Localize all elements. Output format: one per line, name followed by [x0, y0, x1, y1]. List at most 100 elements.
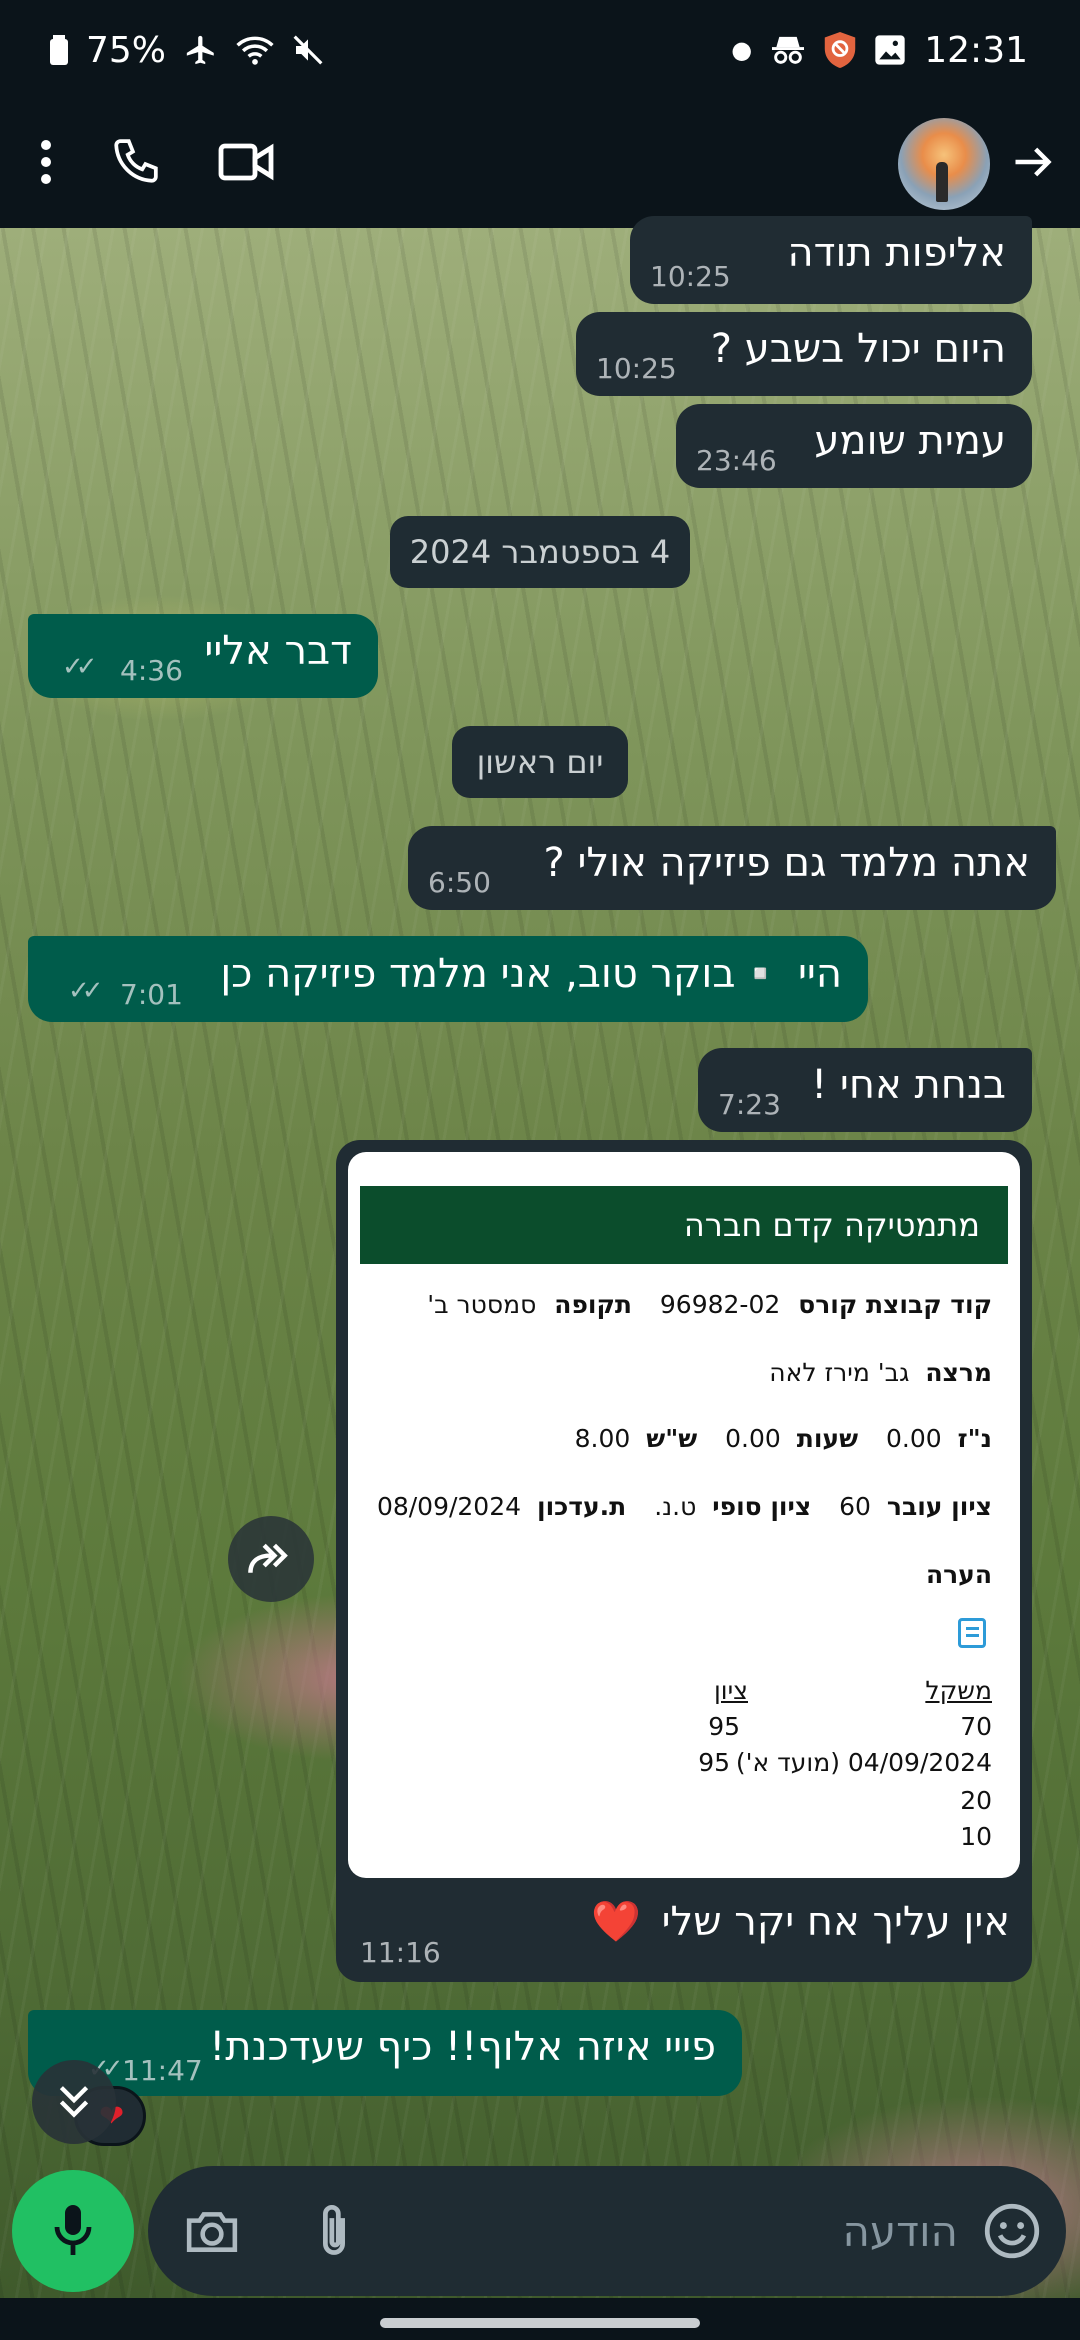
heart-emoji: ❤️	[591, 1899, 641, 1945]
status-right: ● 12:31	[731, 30, 1028, 71]
incognito-icon	[770, 34, 806, 66]
shield-block-icon	[824, 32, 856, 68]
status-time: 12:31	[924, 29, 1028, 71]
grade-cell: 95	[708, 1712, 740, 1741]
double-chevron-down-icon	[59, 2086, 89, 2118]
label-pass: ציון עובר	[886, 1492, 992, 1521]
airplane-icon	[184, 33, 218, 67]
weight-cell: 70	[960, 1712, 992, 1741]
phone-icon[interactable]	[110, 137, 160, 191]
value-nz: 0.00	[886, 1424, 942, 1453]
header-actions	[40, 137, 274, 191]
grade-cell: 95	[698, 1748, 730, 1777]
composer	[148, 2166, 1066, 2296]
scroll-down-button[interactable]	[32, 2060, 116, 2144]
label-note: הערה	[925, 1560, 992, 1589]
value-hours: 0.00	[725, 1424, 781, 1453]
read-ticks-icon: ✓✓	[68, 976, 103, 1006]
message-text: עמית שומע	[814, 418, 1006, 464]
message-text: היום יכול בשבע ?	[710, 326, 1006, 372]
dot-icon: ●	[731, 36, 753, 64]
message-text: דבר אליי	[204, 628, 352, 674]
video-icon[interactable]	[218, 140, 274, 188]
value-ss: 8.00	[574, 1424, 631, 1453]
weight-cell: 04/09/2024 (מועד א')	[735, 1748, 992, 1777]
status-bar: 75% ● 12:31	[0, 0, 1080, 100]
label-updated: ת.עדכון	[536, 1492, 627, 1521]
card-row-note: הערה	[926, 1560, 992, 1589]
weight-cell: 10	[960, 1822, 992, 1851]
image-message[interactable]: מתמטיקה קדם חברה קוד קבוצת קורס 96982-02…	[336, 1140, 1032, 1982]
note-icon	[958, 1618, 986, 1648]
message-time: 23:46	[696, 444, 777, 477]
message-out[interactable]: היי ▫️בוקר טוב, אני מלמד פיזיקה כן ✓✓ 7:…	[28, 936, 868, 1022]
image-caption: אין עליך אח יקר שלי ❤️	[591, 1898, 1010, 1945]
message-time: 10:25	[650, 260, 731, 293]
message-text: אתה מלמד גם פיזיקה אולי ?	[543, 840, 1030, 886]
more-vert-icon[interactable]	[40, 139, 52, 189]
card-row-credits: נ"ז 0.00 שעות 0.00 ש"ש 8.00	[565, 1424, 992, 1453]
card-title: מתמטיקה קדם חברה	[360, 1186, 1008, 1264]
forward-button[interactable]	[228, 1516, 314, 1602]
mute-icon	[292, 34, 324, 66]
chat-header	[0, 100, 1080, 228]
message-time: 11:47	[122, 2054, 203, 2087]
label-period: תקופה	[554, 1290, 632, 1319]
label-nz: נ"ז	[957, 1424, 992, 1453]
header-contact[interactable]	[852, 118, 1054, 210]
value-final: ט.נ.	[654, 1492, 697, 1521]
message-in[interactable]: היום יכול בשבע ? 10:25	[576, 312, 1032, 396]
date-separator: 4 בספטמבר 2024	[390, 516, 690, 588]
forward-icon	[248, 1543, 288, 1573]
value-pass: 60	[839, 1492, 871, 1521]
attach-icon[interactable]	[304, 2201, 364, 2261]
weight-header: משקל	[925, 1676, 992, 1705]
card-row-lecturer: מרצה גב' מירז לאה	[759, 1358, 992, 1387]
weight-cell: 20	[960, 1786, 992, 1815]
emoji-icon[interactable]	[982, 2201, 1042, 2261]
avatar[interactable]	[898, 118, 990, 210]
wifi-icon	[236, 34, 274, 66]
message-time: 6:50	[428, 866, 491, 899]
label-final: ציון סופי	[712, 1492, 812, 1521]
message-text: היי ▫️בוקר טוב, אני מלמד פיזיקה כן	[220, 951, 842, 997]
label-hours: שעות	[796, 1424, 859, 1453]
value-period: סמסטר ב'	[427, 1290, 537, 1319]
caption-text: אין עליך אח יקר שלי	[661, 1899, 1010, 1945]
message-out[interactable]: פייי איזה אלוף!! כיף שעדכנת! ✓✓ 11:47	[28, 2010, 742, 2096]
battery-icon	[50, 35, 68, 65]
date-separator: יום ראשון	[452, 726, 628, 798]
message-time: 10:25	[596, 352, 677, 385]
card-row-grades: ציון עובר 60 ציון סופי ט.נ. ת.עדכון 08/0…	[367, 1492, 992, 1521]
value-lecturer: גב' מירז לאה	[769, 1358, 910, 1387]
message-out[interactable]: דבר אליי ✓✓ 4:36	[28, 614, 378, 698]
label-lecturer: מרצה	[925, 1358, 992, 1387]
label-ss: ש"ש	[646, 1424, 698, 1453]
battery-percent: 75%	[86, 29, 167, 71]
back-arrow-icon[interactable]	[1010, 140, 1054, 188]
message-text: בנחת אחי !	[811, 1062, 1006, 1108]
message-time: 11:16	[360, 1936, 441, 1969]
message-in[interactable]: אתה מלמד גם פיזיקה אולי ? 6:50	[408, 826, 1056, 910]
message-input[interactable]	[488, 2166, 958, 2296]
message-text: אליפות תודה	[787, 230, 1006, 276]
message-in[interactable]: עמית שומע 23:46	[676, 404, 1032, 488]
camera-icon[interactable]	[182, 2201, 242, 2261]
gallery-icon	[874, 34, 906, 66]
message-in[interactable]: אליפות תודה 10:25	[630, 216, 1032, 304]
status-left: 75%	[50, 30, 324, 71]
gesture-handle[interactable]	[380, 2318, 700, 2328]
value-group-code: 96982-02	[659, 1290, 781, 1319]
mic-button[interactable]	[12, 2170, 134, 2292]
mic-icon	[54, 2205, 92, 2255]
read-ticks-icon: ✓✓	[62, 652, 97, 682]
card-row-course: קוד קבוצת קורס 96982-02 תקופה סמסטר ב'	[417, 1290, 992, 1319]
message-time: 7:23	[718, 1088, 781, 1121]
message-time: 7:01	[120, 978, 183, 1011]
message-text: פייי איזה אלוף!! כיף שעדכנת!	[209, 2024, 716, 2070]
grade-header: ציון	[713, 1676, 748, 1705]
value-updated: 08/09/2024	[376, 1492, 522, 1521]
message-time: 4:36	[120, 654, 183, 687]
grade-card-image[interactable]: מתמטיקה קדם חברה קוד קבוצת קורס 96982-02…	[348, 1152, 1020, 1878]
message-in[interactable]: בנחת אחי ! 7:23	[698, 1048, 1032, 1132]
